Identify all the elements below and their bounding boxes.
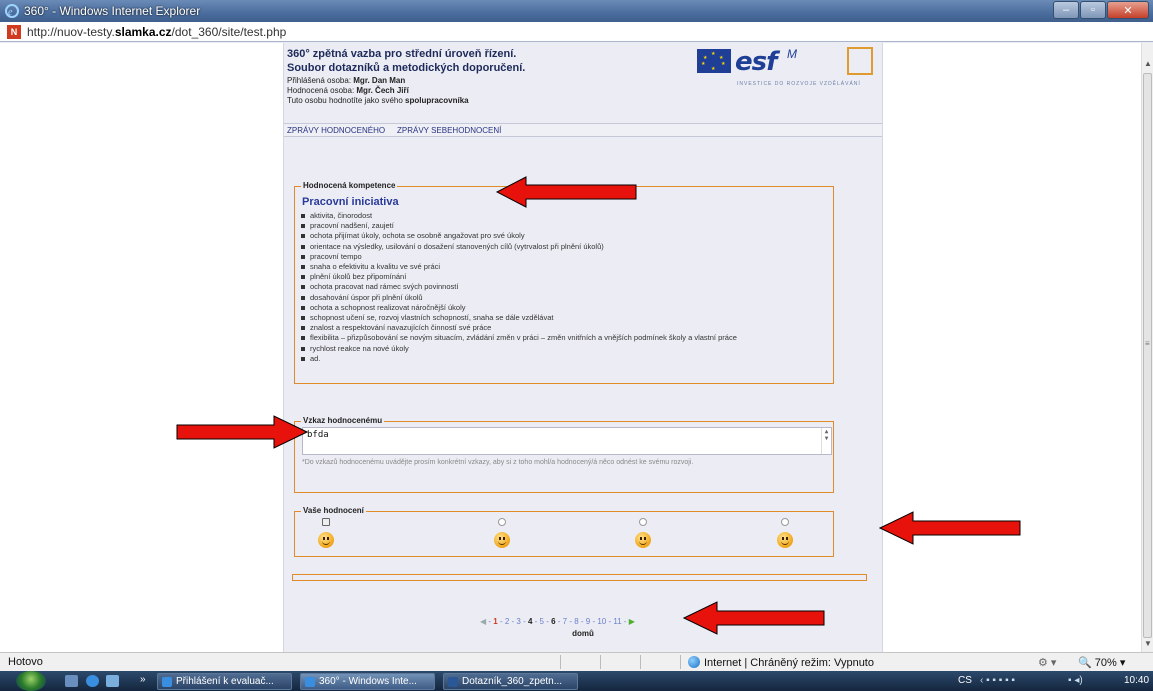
maximize-button[interactable]: ▫: [1080, 1, 1106, 19]
start-button[interactable]: [16, 671, 46, 691]
competence-item: znalost a respektování navazujících činn…: [300, 323, 820, 333]
window-title: 360° - Windows Internet Explorer: [24, 4, 201, 18]
ie-icon: [162, 677, 172, 687]
message-legend: Vzkaz hodnocenému: [301, 416, 385, 425]
rating-option-2[interactable]: [492, 518, 512, 548]
explorer-quicklaunch-icon[interactable]: [106, 675, 119, 687]
close-button[interactable]: ✕: [1107, 1, 1149, 19]
taskbar-item-word[interactable]: Dotazník_360_zpetn...: [443, 673, 578, 690]
competence-legend: Hodnocená kompetence: [301, 181, 398, 190]
rating-radio-3[interactable]: [639, 518, 647, 526]
page-navigation: ◀ - 1 - 2 - 3 - 4 - 5 - 6 - 7 - 8 - 9 - …: [480, 617, 635, 626]
competence-item: flexibilita – přizpůsobování se novým si…: [300, 333, 820, 343]
message-textarea[interactable]: bfda ▲ ▼: [302, 427, 832, 455]
ie-quicklaunch-icon[interactable]: [86, 675, 99, 687]
minimize-button[interactable]: –: [1053, 1, 1079, 19]
eu-flag-icon: ★ ★ ★ ★ ★ ★: [697, 49, 731, 73]
svg-text:e: e: [8, 7, 13, 18]
status-bar: Hotovo Internet | Chráněný režim: Vypnut…: [0, 652, 1153, 671]
address-bar[interactable]: N http://nuov-testy.slamka.cz/dot_360/si…: [0, 22, 1153, 42]
annotation-arrow-message: [176, 415, 308, 449]
tab-self-reports[interactable]: ZPRÁVY SEBEHODNOCENÍ: [397, 126, 501, 135]
rating-radio-2[interactable]: [498, 518, 506, 526]
settings-icon[interactable]: ⚙ ▾: [1038, 656, 1056, 669]
nuov-logo-icon: [847, 47, 873, 75]
message-note: *Do vzkazů hodnocenému uvádějte prosím k…: [302, 459, 694, 466]
competence-item: pracovní tempo: [300, 252, 820, 262]
annotation-arrow-pager: [683, 601, 825, 635]
competence-title: Pracovní iniciativa: [302, 196, 399, 208]
windows-taskbar: » Přihlášení k evaluač... 360° - Windows…: [0, 671, 1153, 691]
site-favicon: N: [7, 25, 21, 39]
scroll-down-icon[interactable]: ▼: [1144, 639, 1152, 648]
rating-radio-4[interactable]: [781, 518, 789, 526]
word-icon: [448, 677, 458, 687]
rating-legend: Vaše hodnocení: [301, 506, 366, 515]
scroll-thumb[interactable]: [1143, 73, 1152, 638]
session-info: Přihlášená osoba: Mgr. Dan Man Hodnocená…: [287, 76, 469, 105]
scroll-up-icon[interactable]: ▲: [1144, 59, 1152, 68]
sponsor-logos: ★ ★ ★ ★ ★ ★ esf M INVESTICE DO ROZVOJE VZDĚLÁ…: [697, 47, 873, 97]
msmt-logo-icon: M: [787, 47, 797, 61]
ie-icon: e: [4, 3, 20, 19]
page-link-11[interactable]: 11: [613, 617, 621, 626]
window-titlebar: e 360° - Windows Internet Explorer – ▫ ✕: [0, 0, 1153, 22]
competence-item: plnění úkolů bez připomínání: [300, 272, 820, 282]
browser-viewport: 360° zpětná vazba pro střední úroveň říz…: [0, 43, 1141, 652]
url-text[interactable]: http://nuov-testy.slamka.cz/dot_360/site…: [27, 25, 286, 39]
scroll-grip-icon: ≡: [1145, 339, 1150, 348]
ie-icon: [305, 677, 315, 687]
logo-tagline: INVESTICE DO ROZVOJE VZDĚLÁVÁNÍ: [737, 81, 861, 87]
clock[interactable]: 10:40: [1124, 675, 1149, 686]
progress-frame: [292, 574, 867, 581]
next-page-arrow-icon[interactable]: ▶: [629, 617, 635, 626]
annotation-arrow-competence: [496, 176, 637, 208]
page-scrollbar[interactable]: ▲ ≡ ▼: [1141, 43, 1153, 652]
page-link-10[interactable]: 10: [597, 617, 606, 626]
more-icon[interactable]: »: [140, 674, 146, 685]
competence-list: aktivita, činorodost pracovní nadšení, za…: [300, 211, 820, 364]
competence-item: ad.: [300, 354, 820, 364]
competence-item: snaha o efektivitu a kvalitu ve své prác…: [300, 262, 820, 272]
annotation-arrow-rating: [879, 511, 1021, 545]
rating-radio-1[interactable]: [322, 518, 330, 526]
competence-item: schopnost učení se, rozvoj vlastních sch…: [300, 313, 820, 323]
esf-logo: esf: [735, 47, 777, 77]
rating-option-1[interactable]: [316, 518, 336, 548]
competence-item: rychlost reakce na nové úkoly: [300, 344, 820, 354]
smiley-icon: [635, 532, 651, 548]
zoom-control[interactable]: 🔍 70% ▾: [1078, 656, 1125, 669]
competence-item: dosahování úspor při plnění úkolů: [300, 293, 820, 303]
competence-section: Hodnocená kompetence Pracovní iniciativa…: [294, 181, 834, 384]
rating-option-3[interactable]: [633, 518, 653, 548]
message-section: Vzkaz hodnocenému bfda ▲ ▼ *Do vzkazů hod…: [294, 416, 834, 493]
language-indicator[interactable]: CS: [958, 675, 972, 686]
security-zone[interactable]: Internet | Chráněný režim: Vypnuto: [688, 656, 874, 669]
taskbar-item-login[interactable]: Přihlášení k evaluač...: [157, 673, 292, 690]
smiley-icon: [318, 532, 334, 548]
rating-option-4[interactable]: [775, 518, 795, 548]
competence-item: pracovní nadšení, zaujetí: [300, 221, 820, 231]
rating-section: Vaše hodnocení: [294, 506, 834, 557]
page-title: 360° zpětná vazba pro střední úroveň říz…: [287, 48, 526, 74]
competence-item: ochota a schopnost realizovat náročnější…: [300, 303, 820, 313]
volume-icon[interactable]: ▪ ◂): [1068, 675, 1083, 686]
smiley-icon: [777, 532, 793, 548]
prev-page-arrow-icon[interactable]: ◀: [480, 617, 486, 626]
status-text: Hotovo: [8, 656, 43, 668]
report-tabs: ZPRÁVY HODNOCENÉHO ZPRÁVY SEBEHODNOCENÍ: [284, 123, 882, 137]
textarea-scrollbar[interactable]: ▲ ▼: [821, 428, 831, 454]
questionnaire-page: 360° zpětná vazba pro střední úroveň říz…: [283, 43, 883, 652]
tab-rated-reports[interactable]: ZPRÁVY HODNOCENÉHO: [287, 126, 385, 135]
competence-item: orientace na výsledky, usilování o dosaž…: [300, 242, 820, 252]
globe-icon: [688, 656, 700, 668]
tray-icons[interactable]: ‹ ▪ ▪ ▪ ▪ ▪: [980, 675, 1015, 686]
competence-item: ochota pracovat nad rámec svých povinnos…: [300, 282, 820, 292]
competence-item: aktivita, činorodost: [300, 211, 820, 221]
smiley-icon: [494, 532, 510, 548]
taskbar-item-ie[interactable]: 360° - Windows Inte...: [300, 673, 435, 690]
competence-item: ochota přijímat úkoly, ochota se osobně …: [300, 231, 820, 241]
show-desktop-icon[interactable]: [65, 675, 78, 687]
